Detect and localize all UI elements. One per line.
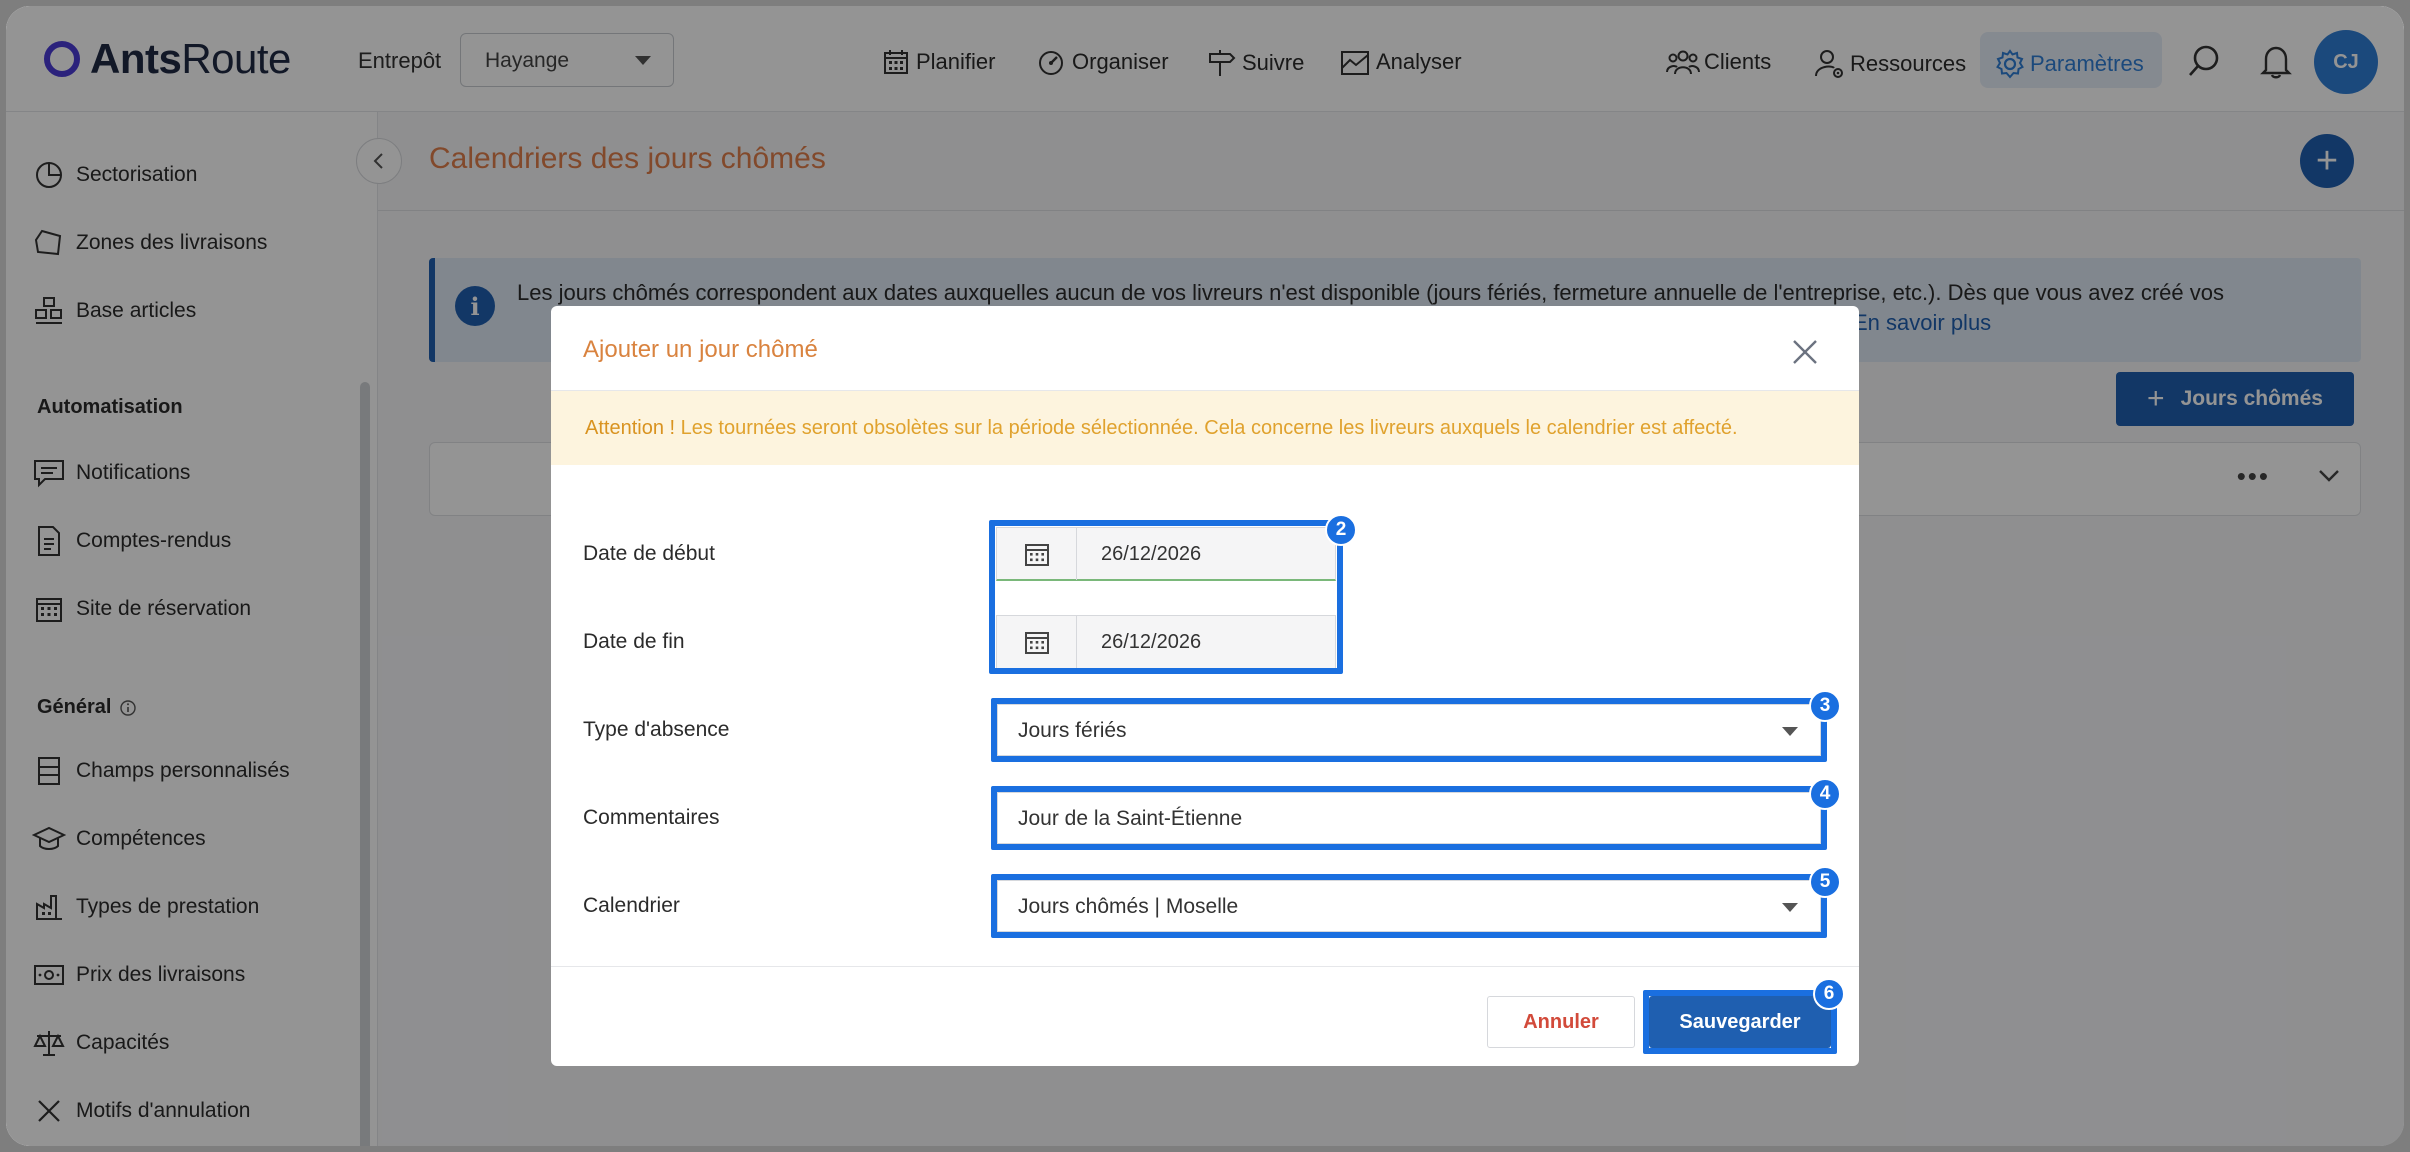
warning-text: Les tournées seront obsolètes sur la pér… <box>675 417 1738 439</box>
step-badge: 3 <box>1809 690 1841 722</box>
calendar-label: Calendrier <box>583 894 680 917</box>
step-badge: 2 <box>1325 514 1357 546</box>
highlight-type <box>991 698 1827 762</box>
close-icon[interactable] <box>1791 338 1819 366</box>
step-badge: 5 <box>1809 866 1841 898</box>
highlight-save <box>1643 990 1837 1054</box>
highlight-calendar <box>991 874 1827 938</box>
cancel-button[interactable]: Annuler <box>1487 996 1635 1048</box>
start-date-label: Date de début <box>583 542 715 565</box>
add-day-off-modal: Ajouter un jour chômé Attention ! Les to… <box>551 306 1859 1066</box>
warning-bold: Attention ! <box>585 417 676 439</box>
warning-banner: Attention ! Les tournées seront obsolète… <box>551 391 1859 465</box>
modal-footer-divider <box>551 966 1859 967</box>
step-badge: 4 <box>1809 778 1841 810</box>
end-date-label: Date de fin <box>583 630 685 653</box>
modal-title: Ajouter un jour chômé <box>583 336 818 363</box>
highlight-dates <box>989 520 1343 674</box>
absence-type-label: Type d'absence <box>583 718 730 741</box>
app-window: AntsRoute Entrepôt Hayange Planifier Org… <box>6 6 2404 1146</box>
highlight-comment <box>991 786 1827 850</box>
comment-label: Commentaires <box>583 806 720 829</box>
step-badge: 6 <box>1813 978 1845 1010</box>
